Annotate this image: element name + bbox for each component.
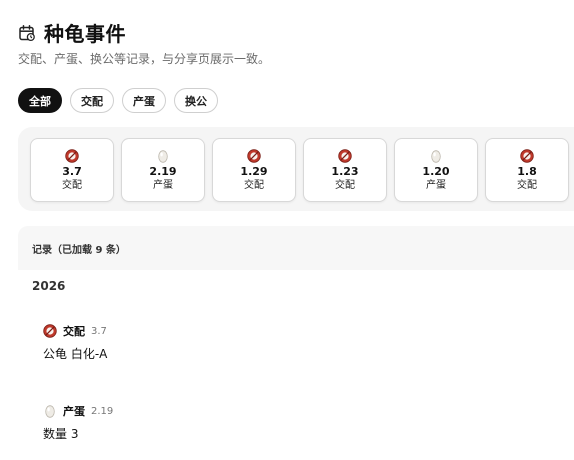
mating-icon — [43, 324, 57, 338]
timeline-card-type: 产蛋 — [426, 179, 446, 191]
record-detail: 数量 3 — [43, 427, 79, 441]
records-list — [18, 270, 574, 460]
egg-icon — [431, 149, 441, 163]
timeline-card-type: 交配 — [244, 179, 264, 191]
record-item-header[interactable]: 产蛋 2.19 — [43, 403, 113, 419]
filter-chips: 全部 交配 产蛋 换公 — [18, 88, 218, 113]
egg-icon — [45, 405, 55, 418]
timeline-card-date: 1.23 — [331, 164, 359, 178]
timeline-card[interactable]: 3.7 交配 — [30, 138, 114, 202]
records-heading: 记录（已加载 9 条） — [18, 226, 574, 270]
mating-icon — [65, 148, 79, 163]
timeline-card[interactable]: 1.29 交配 — [212, 138, 296, 202]
filter-chip-swap-male[interactable]: 换公 — [174, 88, 218, 113]
record-detail: 公龟 白化-A — [43, 347, 108, 361]
filter-chip-mating[interactable]: 交配 — [70, 88, 114, 113]
timeline-card-type: 交配 — [517, 179, 537, 191]
timeline-card-date: 1.8 — [517, 164, 537, 178]
record-date: 2.19 — [91, 405, 114, 417]
page-title: 种龟事件 — [44, 22, 126, 46]
timeline-card-type: 交配 — [62, 179, 82, 191]
egg-icon — [158, 149, 168, 163]
record-date: 3.7 — [91, 325, 107, 337]
record-type: 产蛋 — [63, 405, 85, 418]
timeline-card[interactable]: 1.8 交配 — [485, 138, 569, 202]
timeline-card-date: 1.29 — [240, 164, 268, 178]
record-item-header[interactable]: 交配 3.7 — [43, 323, 107, 339]
timeline-card-type: 交配 — [335, 179, 355, 191]
mating-icon — [520, 148, 534, 163]
timeline-card-date: 1.20 — [422, 164, 450, 178]
filter-chip-egg[interactable]: 产蛋 — [122, 88, 166, 113]
filter-chip-all[interactable]: 全部 — [18, 88, 62, 113]
records-year: 2026 — [32, 279, 66, 293]
record-type: 交配 — [63, 325, 85, 338]
timeline-card[interactable]: 2.19 产蛋 — [121, 138, 205, 202]
timeline-card-date: 2.19 — [149, 164, 177, 178]
timeline-card-type: 产蛋 — [153, 179, 173, 191]
mating-icon — [338, 148, 352, 163]
calendar-icon — [19, 24, 35, 41]
event-timeline-strip[interactable]: 3.7 交配 2.19 产蛋 1.29 交配 1.23 交配 1.20 产蛋 1… — [18, 127, 574, 211]
page-header: 种龟事件 — [18, 18, 126, 47]
page: 种龟事件 交配、产蛋、换公等记录，与分享页展示一致。 全部 交配 产蛋 换公 3… — [0, 0, 574, 460]
timeline-card[interactable]: 1.23 交配 — [303, 138, 387, 202]
page-subtitle: 交配、产蛋、换公等记录，与分享页展示一致。 — [18, 52, 271, 66]
mating-icon — [247, 148, 261, 163]
timeline-card-date: 3.7 — [62, 164, 82, 178]
records-heading-label: 记录（已加载 9 条） — [32, 244, 126, 256]
timeline-card[interactable]: 1.20 产蛋 — [394, 138, 478, 202]
